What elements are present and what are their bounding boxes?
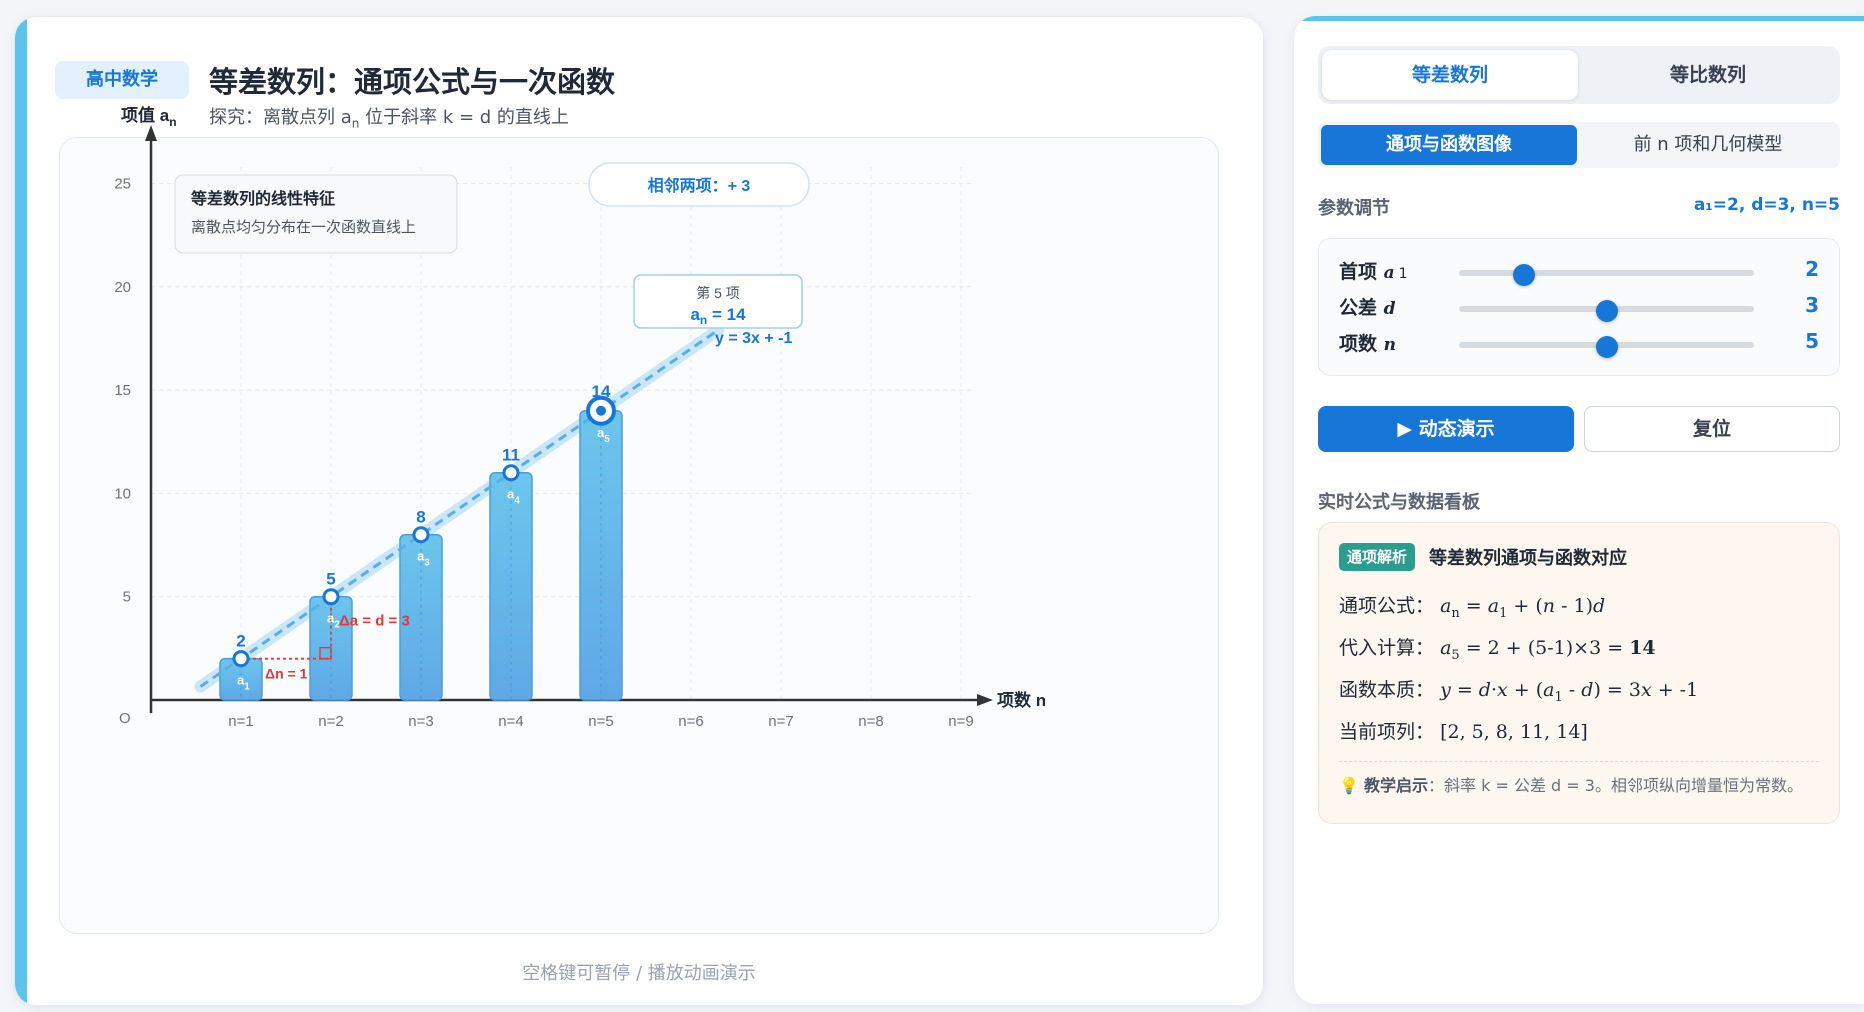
y-tick-label: 25 (114, 176, 131, 193)
param-label-text: 公差 (1339, 297, 1378, 319)
param-row-term-count: 项数 n 5 (1319, 325, 1839, 361)
slider-thumb[interactable] (1595, 336, 1618, 358)
param-label: 公差 d (1339, 293, 1396, 320)
term-point (322, 588, 340, 606)
term-value-label: 8 (416, 508, 425, 527)
formula-dashboard: 通项解析 等差数列通项与函数对应 通项公式： an = a1 + (n - 1)… (1318, 522, 1840, 824)
term-value-label: 11 (502, 446, 520, 465)
x-tick-label: n=8 (858, 713, 883, 730)
info-box-text: 离散点均匀分布在一次函数直线上 (191, 219, 416, 236)
dashboard-section-label: 实时公式与数据看板 (1318, 492, 1480, 513)
formula-label: 代入计算： (1339, 637, 1435, 659)
teaching-tip: 💡 教学启示：斜率 k = 公差 d = 3。相邻项纵向增量恒为常数。 (1339, 773, 1819, 798)
lightbulb-icon: 💡 (1339, 776, 1359, 795)
x-tick-label: n=5 (588, 713, 613, 730)
x-axis-label: 项数 n (997, 690, 1046, 710)
x-tick-label: n=9 (948, 713, 973, 730)
control-panel-topbar (1294, 16, 1864, 21)
reset-button[interactable]: 复位 (1584, 406, 1840, 452)
y-tick-label: 20 (114, 279, 131, 296)
params-section-label: 参数调节 (1318, 198, 1390, 219)
formula-label: 通项公式： (1339, 595, 1435, 617)
common-difference-slider[interactable] (1459, 300, 1754, 322)
info-box (174, 174, 458, 254)
tab-sum-model[interactable]: 前 n 项和几何模型 (1580, 125, 1836, 165)
x-tick-label: n=3 (408, 713, 433, 730)
param-label-text: 首项 (1339, 261, 1378, 283)
term-value-label: 2 (236, 632, 245, 651)
tooltip-title: 第 5 项 (696, 285, 740, 301)
general-formula: 通项公式： an = a1 + (n - 1)d (1339, 591, 1605, 621)
formula-math: y = d·x + (a1 - d) = 3x + -1 (1440, 679, 1699, 705)
y-tick-label: 10 (114, 485, 131, 502)
terms-value: [2, 5, 8, 11, 14] (1440, 721, 1588, 743)
param-symbol: a (1383, 263, 1395, 283)
term-value-label: 5 (326, 570, 335, 589)
tab-arithmetic[interactable]: 等差数列 (1322, 50, 1578, 100)
x-tick-label: n=7 (768, 713, 793, 730)
param-value: 2 (1805, 257, 1819, 281)
substitute-formula: 代入计算： a5 = 2 + (5-1)×3 = 14 (1339, 633, 1656, 663)
param-row-first-term: 首项 a1 2 (1319, 253, 1839, 289)
first-term-slider[interactable] (1459, 264, 1754, 286)
slider-thumb[interactable] (1595, 300, 1618, 322)
tip-text: ：斜率 k = 公差 d = 3。相邻项纵向增量恒为常数。 (1428, 776, 1803, 795)
param-label-text: 项数 (1339, 333, 1378, 355)
term-point (502, 464, 520, 482)
term-point (232, 650, 250, 668)
formula-math: a5 = 2 + (5-1)×3 = 14 (1440, 637, 1656, 663)
x-tick-label: n=2 (318, 713, 343, 730)
param-value: 3 (1805, 293, 1819, 317)
origin-label: O (119, 710, 131, 727)
slider-thumb[interactable] (1512, 264, 1535, 286)
view-mode-tabs: 通项与函数图像 前 n 项和几何模型 (1318, 122, 1840, 168)
x-tick-label: n=4 (498, 713, 523, 730)
param-label: 首项 a1 (1339, 257, 1408, 284)
info-box-title: 等差数列的线性特征 (190, 189, 335, 208)
y-tick-label: 15 (114, 382, 131, 399)
delta-a-label: Δa = d = 3 (339, 613, 410, 630)
y-tick-label: 5 (123, 589, 131, 606)
param-value: 5 (1805, 329, 1819, 353)
params-readout: a₁=2, d=3, n=5 (1693, 195, 1840, 215)
tab-geometric[interactable]: 等比数列 (1580, 50, 1836, 100)
dashboard-title: 等差数列通项与函数对应 (1429, 548, 1627, 569)
delta-n-label: Δn = 1 (265, 666, 308, 682)
keyboard-hint: 空格键可暂停 / 播放动画演示 (522, 963, 756, 984)
formula-label: 当前项列： (1339, 721, 1435, 743)
params-box: 首项 a1 2 公差 d 3 项数 n 5 (1318, 238, 1840, 376)
sequence-chart: 项值 an项数 nO510152025n=1 n=2 n=3 n=4 n=5 n=6 n=7… (114, 105, 1046, 730)
param-row-common-difference: 公差 d 3 (1319, 289, 1839, 325)
dashboard-divider (1339, 761, 1819, 762)
x-tick-label: n=6 (678, 713, 703, 730)
formula-label: 函数本质： (1339, 679, 1435, 701)
x-axis-arrow (977, 694, 993, 706)
term-value-label: 14 (592, 382, 611, 401)
tip-label: 教学启示 (1364, 776, 1429, 795)
x-tick-label: n=1 (228, 713, 253, 730)
param-subscript: 1 (1398, 266, 1408, 282)
term-count-slider[interactable] (1459, 336, 1754, 358)
function-line-label: y = 3x + -1 (715, 330, 792, 347)
difference-badge-text: 相邻两项：+ 3 (648, 176, 751, 195)
param-symbol: n (1383, 335, 1397, 355)
animate-button[interactable]: ▶ 动态演示 (1318, 406, 1574, 452)
highlight-point-center (596, 405, 606, 416)
y-axis-arrow (145, 125, 157, 141)
sequence-type-tabs: 等差数列 等比数列 (1318, 46, 1840, 104)
control-panel: 等差数列 等比数列 通项与函数图像 前 n 项和几何模型 参数调节 a₁=2, … (1294, 16, 1864, 1004)
current-terms: 当前项列： [2, 5, 8, 11, 14] (1339, 717, 1588, 744)
analysis-badge: 通项解析 (1339, 543, 1416, 571)
formula-math: an = a1 + (n - 1)d (1440, 595, 1606, 621)
function-formula: 函数本质： y = d·x + (a1 - d) = 3x + -1 (1339, 675, 1698, 705)
y-axis-label: 项值 an (121, 105, 177, 129)
tab-function-graph[interactable]: 通项与函数图像 (1321, 125, 1577, 165)
param-label: 项数 n (1339, 329, 1396, 356)
term-point (412, 526, 430, 544)
param-symbol: d (1383, 299, 1396, 319)
tooltip-value: an = 14 (690, 305, 746, 327)
main-chart-card: 高中数学 等差数列：通项公式与一次函数 探究：离散点列 an 位于斜率 k = … (14, 16, 1264, 1006)
